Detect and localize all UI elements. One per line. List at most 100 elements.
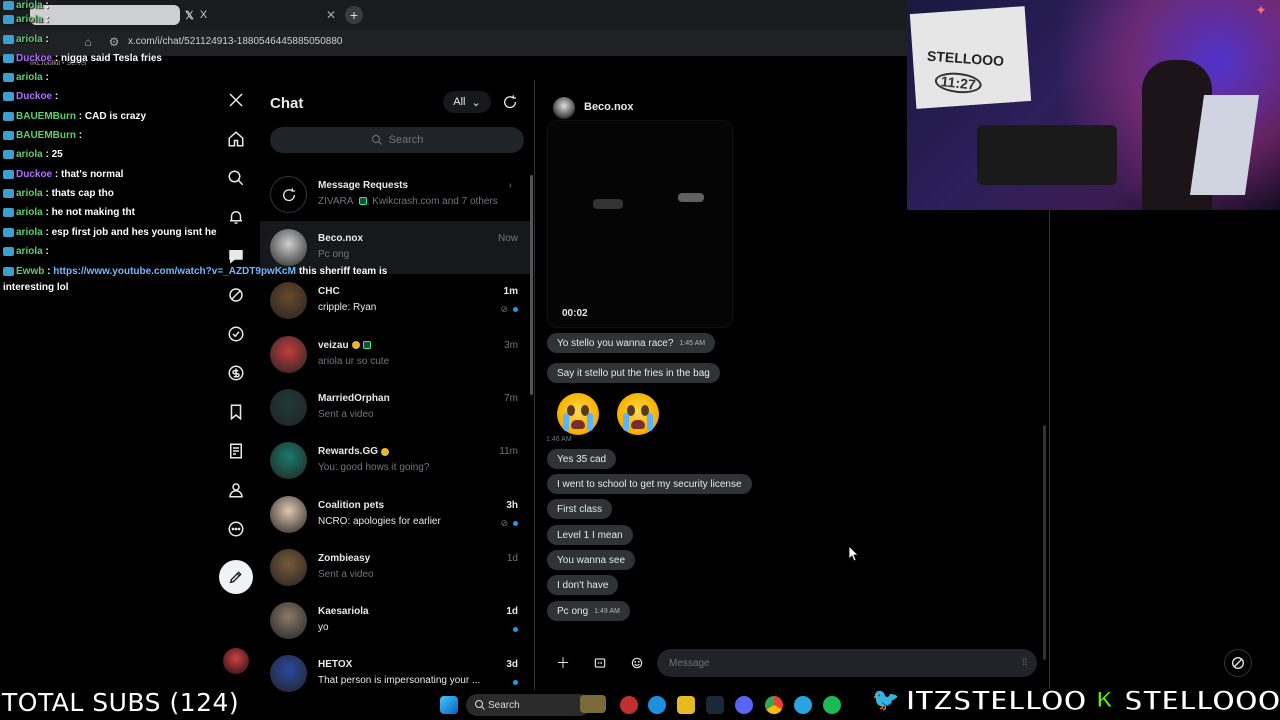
conversation-scrollbar[interactable] <box>1043 425 1046 660</box>
bookmarks-icon[interactable] <box>226 402 246 422</box>
conversation-time: 1d <box>506 552 518 564</box>
obs-icon[interactable] <box>620 696 638 714</box>
site-info-icon[interactable]: ⚙ <box>106 34 122 50</box>
kick-icon: K <box>1096 687 1113 713</box>
chat-username: Duckoe <box>16 169 53 180</box>
chrome-icon[interactable] <box>765 696 783 714</box>
grok-icon[interactable] <box>226 285 246 305</box>
taskbar-search[interactable]: Search <box>466 694 591 716</box>
conversation-name[interactable]: Beco.nox <box>584 101 634 113</box>
chat-badge-icon <box>3 207 14 217</box>
close-tab-icon[interactable]: ✕ <box>326 8 336 22</box>
file-explorer-icon[interactable] <box>677 696 695 714</box>
new-tab-button[interactable]: + <box>345 6 363 24</box>
search-icon <box>474 699 486 711</box>
add-icon[interactable]: ＋ <box>553 653 573 673</box>
profile-icon[interactable] <box>226 480 246 500</box>
unread-dot <box>513 520 518 526</box>
x-logo-icon[interactable] <box>226 90 246 110</box>
message-bubble[interactable]: Level 1 I mean <box>547 525 633 545</box>
grok-floating-button[interactable] <box>1224 649 1252 677</box>
chat-list-scrollbar[interactable] <box>530 175 533 395</box>
conversation-row[interactable]: Kaesariola yo 1d <box>260 594 530 647</box>
message-requests-row[interactable]: Message Requests ZIVARA , Kwikcrash.com … <box>260 168 530 221</box>
chat-username: ariola <box>16 34 43 45</box>
requests-title: Message Requests <box>318 180 409 191</box>
message-bubble[interactable]: Say it stello put the fries in the bag <box>547 363 720 383</box>
compose-button[interactable] <box>219 560 253 594</box>
message-bubble[interactable]: You wanna see <box>547 550 636 570</box>
crying-emoji-icon[interactable] <box>557 393 599 435</box>
chat-badge-icon <box>3 91 14 101</box>
lists-icon[interactable] <box>226 441 246 461</box>
chat-separator: : <box>42 34 49 45</box>
conversation-row[interactable]: CHC cripple: Ryan 1m ⊘ <box>260 274 530 327</box>
video-message[interactable]: 00:02 <box>547 120 733 328</box>
message-bubble[interactable]: First class <box>547 499 612 519</box>
verified-icon[interactable] <box>226 324 246 344</box>
message-input[interactable]: Message ⦙⦙ <box>657 649 1037 677</box>
chat-username: ariola <box>16 72 43 83</box>
browser-tab-active[interactable] <box>30 5 180 25</box>
conversation-row[interactable]: MarriedOrphan Sent a video 7m <box>260 381 530 434</box>
chat-separator: : <box>52 53 62 64</box>
conversation-avatar[interactable] <box>553 97 575 119</box>
browser-tab-x[interactable]: 𝕏 X ✕ <box>185 6 340 24</box>
chat-username: BAUEMBurn <box>16 130 76 141</box>
conversation-name: MarriedOrphan <box>318 392 390 404</box>
home-icon[interactable] <box>226 129 246 149</box>
emoji-icon[interactable] <box>627 653 647 673</box>
conversation-time: 7m <box>504 392 518 404</box>
conversation-row[interactable]: veizau ariola ur so cute 3m <box>260 328 530 381</box>
video-frame-car <box>593 199 623 209</box>
video-frame-car <box>678 193 704 202</box>
message-bubble[interactable]: Yo stello you wanna race? 1:45 AM <box>547 333 716 353</box>
overlay-chat-line: BAUEMBurn : CAD is crazy <box>3 111 146 122</box>
requests-subtitle: ZIVARA , Kwikcrash.com and 7 others <box>318 196 498 207</box>
chat-search-input[interactable]: Search <box>270 127 524 153</box>
conversation-row[interactable]: Coalition pets NCRO: apologies for earlie… <box>260 488 530 541</box>
chat-separator: : <box>44 266 54 277</box>
premium-icon[interactable] <box>226 363 246 383</box>
filter-dropdown[interactable]: All ⌄ <box>443 91 491 113</box>
taskbar-app-icon[interactable] <box>580 695 606 713</box>
taskbar-search-label: Search <box>488 699 520 711</box>
gif-icon[interactable] <box>590 653 610 673</box>
conversation-name: Coalition pets <box>318 499 385 511</box>
notifications-icon[interactable] <box>226 207 246 227</box>
voice-message-icon[interactable]: ⦙⦙ <box>1023 657 1027 668</box>
account-avatar[interactable] <box>223 648 249 674</box>
message-bubble[interactable]: I don't have <box>547 575 619 595</box>
telegram-icon[interactable] <box>794 696 812 714</box>
url-text[interactable]: x.com/i/chat/521124913-18805464458850508… <box>128 36 342 47</box>
conversation-preview: ariola ur so cute <box>318 355 390 367</box>
kick-handle: STELLOOO <box>1123 683 1280 718</box>
message-bubble[interactable]: Pc ong 1:49 AM <box>547 601 630 621</box>
message-bubble[interactable]: I went to school to get my security lice… <box>547 474 752 494</box>
crying-emoji-icon[interactable] <box>617 393 659 435</box>
conversation-row[interactable]: Zombieasy Sent a video 1d <box>260 541 530 594</box>
edge-icon[interactable] <box>648 696 666 714</box>
steam-icon[interactable] <box>706 696 724 714</box>
windows-start-icon[interactable] <box>440 696 458 714</box>
chevron-right-icon: › <box>508 180 512 191</box>
chat-badge-icon <box>3 111 14 121</box>
more-icon[interactable] <box>226 519 246 539</box>
chat-message: he not making tht <box>51 207 135 218</box>
chat-separator: : <box>76 111 85 122</box>
message-text: First class <box>557 503 602 515</box>
conversation-name: Beco.nox <box>318 233 364 244</box>
home-browser-icon[interactable]: ⌂ <box>80 34 96 50</box>
compose-icon <box>229 571 242 584</box>
discord-icon[interactable] <box>735 696 753 714</box>
search-icon[interactable] <box>226 168 246 188</box>
avatar <box>270 442 307 480</box>
chat-badge-icon <box>3 266 14 276</box>
conversation-row[interactable]: Rewards.GG You: good hows it going? 11m <box>260 434 530 487</box>
message-bubble[interactable]: Yes 35 cad <box>547 449 617 469</box>
overlay-chat-line: ariola : <box>3 246 49 257</box>
new-chat-button[interactable] <box>500 92 520 112</box>
spotify-icon[interactable] <box>823 696 841 714</box>
messages-icon[interactable] <box>226 246 246 266</box>
conversation-name: Rewards.GG <box>318 446 390 457</box>
